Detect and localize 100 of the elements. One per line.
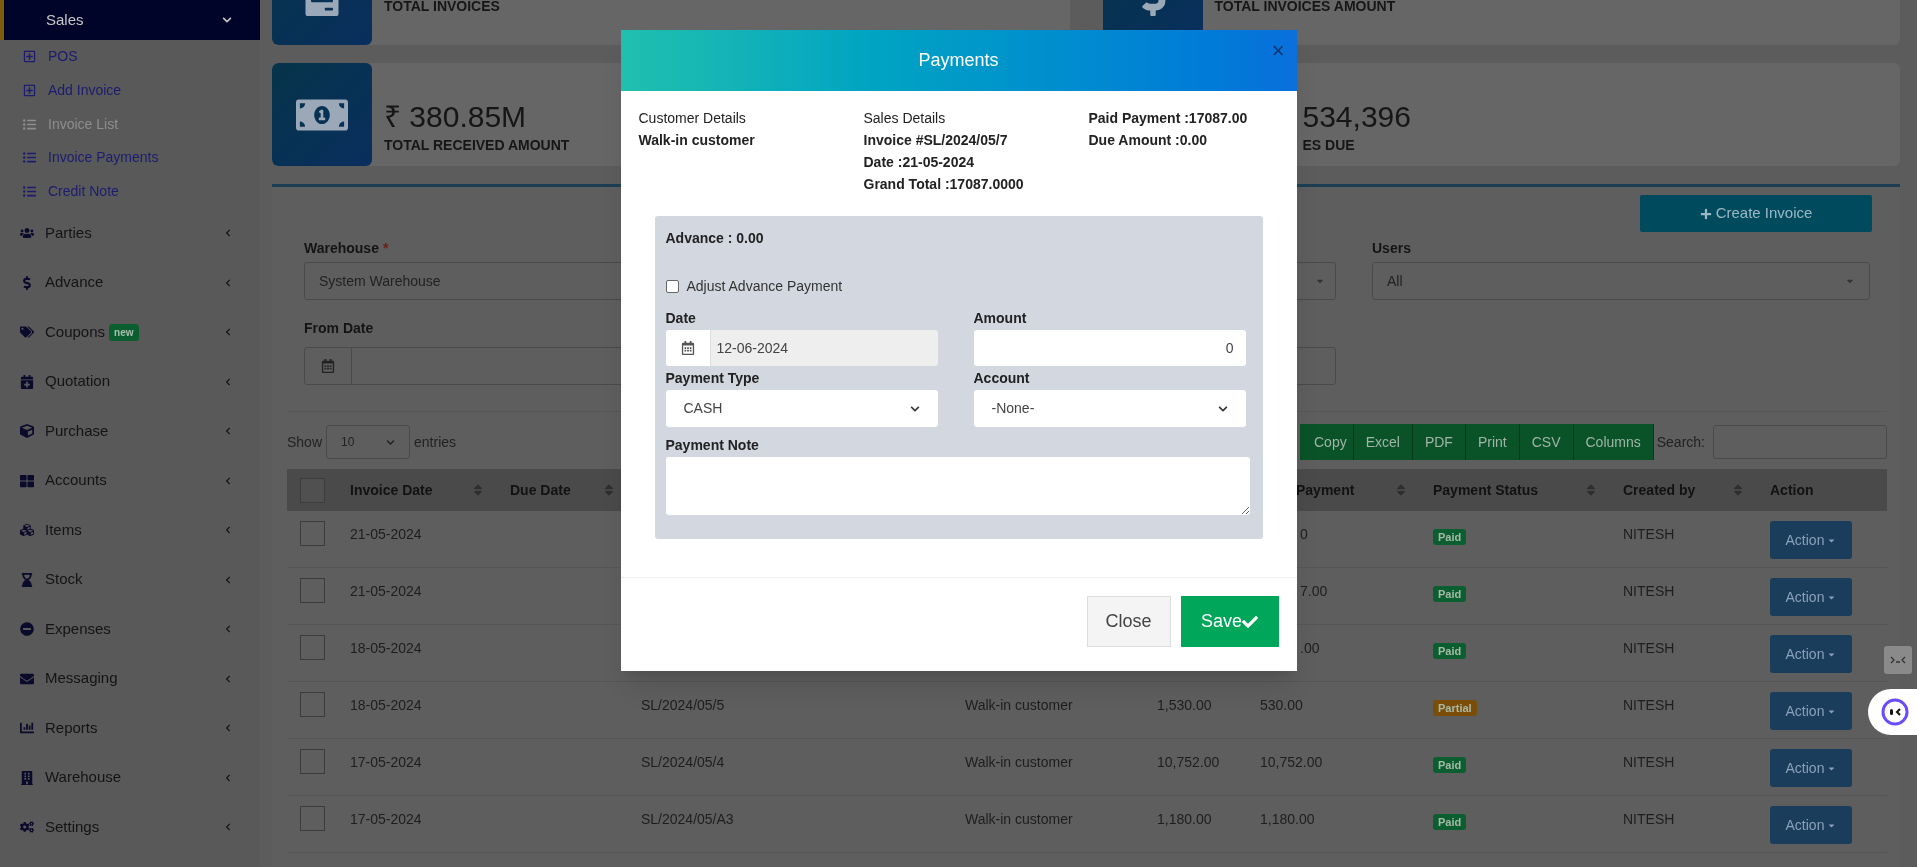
terminal-widget-icon[interactable] xyxy=(1884,646,1912,674)
payment-note-field[interactable] xyxy=(665,457,1250,515)
save-button[interactable]: Save xyxy=(1180,596,1279,647)
payment-detail: Due Amount :0.00 xyxy=(1088,131,1208,150)
subitem-label: Credit Note xyxy=(48,182,119,202)
sidebar-item[interactable]: Expenses xyxy=(0,604,260,654)
item-label: Parties xyxy=(45,222,92,243)
table-cell: 21-05-2024 xyxy=(350,526,422,542)
customer-heading: Customer Details xyxy=(638,109,747,128)
row-checkbox[interactable] xyxy=(300,749,325,774)
export-button[interactable]: Copy xyxy=(1300,424,1354,460)
adjust-checkbox[interactable] xyxy=(665,280,679,293)
table-cell: 10,752.00 xyxy=(1260,754,1323,770)
action-button[interactable]: Action xyxy=(1770,578,1852,616)
sidebar-subitem[interactable]: Invoice Payments xyxy=(0,141,260,175)
column-header[interactable]: Payment Status xyxy=(1420,479,1610,501)
export-button[interactable]: Print xyxy=(1465,424,1520,460)
sidebar-item[interactable]: Coupons new xyxy=(0,307,260,357)
sidebar-subitem[interactable]: POS xyxy=(0,40,260,74)
sidebar-item[interactable]: Purchase xyxy=(0,406,260,456)
amount-label: Amount xyxy=(973,309,1028,328)
status-badge: Paid xyxy=(1433,757,1467,773)
sidebar-item[interactable]: Messaging xyxy=(0,653,260,704)
column-header[interactable]: Created by xyxy=(1610,479,1757,501)
sidebar-item[interactable]: Parties xyxy=(0,208,260,258)
table-cell: 1,530.00 xyxy=(1157,697,1212,713)
cube-icon xyxy=(20,424,34,439)
sidebar-item[interactable]: Advance xyxy=(0,257,260,308)
column-label: Invoice Date xyxy=(350,480,433,500)
table-cell: 7.00 xyxy=(1300,583,1328,599)
export-button[interactable]: Excel xyxy=(1353,424,1413,460)
entries-select[interactable]: 10 xyxy=(326,425,411,459)
table-cell: NITESH xyxy=(1623,697,1675,713)
users-label: Users xyxy=(1372,239,1412,258)
sidebar-item[interactable]: Warehouse xyxy=(0,752,260,803)
action-button[interactable]: Action xyxy=(1770,692,1852,730)
sort-icon xyxy=(1395,483,1407,497)
table-cell: 10,752.00 xyxy=(1157,754,1220,770)
action-button[interactable]: Action xyxy=(1770,806,1852,844)
sidebar-item[interactable]: Settings xyxy=(0,802,260,852)
column-header[interactable]: Action xyxy=(1757,479,1887,501)
sidebar-item[interactable]: Items xyxy=(0,505,260,555)
stat-label: TOTAL RECEIVED AMOUNT xyxy=(384,136,570,155)
item-label: Accounts xyxy=(45,470,107,491)
envelope-icon xyxy=(20,671,34,686)
column-label: Payment xyxy=(1296,480,1355,500)
row-checkbox[interactable] xyxy=(300,806,325,831)
required-mark: * xyxy=(382,239,389,258)
account-value: -None- xyxy=(991,399,1035,418)
close-dialog-button[interactable]: Close xyxy=(1086,596,1171,647)
customer-name: Walk-in customer xyxy=(638,131,756,150)
calendar-plus-icon xyxy=(20,374,34,389)
search-label: Search: xyxy=(1656,432,1705,452)
stat-label: TOTAL INVOICES xyxy=(384,0,500,16)
sidebar-subitem[interactable]: Add Invoice xyxy=(0,73,260,108)
payment-type-select[interactable]: CASH xyxy=(665,390,938,427)
column-label: Due Date xyxy=(510,480,571,500)
column-header[interactable]: Payment xyxy=(1247,479,1420,501)
status-badge: Paid xyxy=(1433,586,1467,602)
action-button[interactable]: Action xyxy=(1770,521,1852,559)
sort-icon xyxy=(1732,483,1744,497)
export-button[interactable]: PDF xyxy=(1412,424,1466,460)
new-badge: new xyxy=(109,323,139,341)
payment-date-field[interactable]: 12-06-2024 xyxy=(665,330,938,366)
export-button[interactable]: CSV xyxy=(1519,424,1574,460)
create-invoice-button[interactable]: Create Invoice xyxy=(1640,195,1872,232)
column-header[interactable]: Due Date xyxy=(497,479,628,501)
sidebar-item[interactable]: Accounts xyxy=(0,455,260,506)
column-header[interactable]: Invoice Date xyxy=(337,479,497,501)
export-button[interactable]: Columns xyxy=(1573,424,1654,460)
row-checkbox[interactable] xyxy=(300,578,325,603)
table-cell: 18-05-2024 xyxy=(350,697,422,713)
amount-field[interactable]: 0 xyxy=(973,330,1246,366)
subitem-label: Invoice Payments xyxy=(48,148,159,168)
chat-bubble[interactable] xyxy=(1868,689,1917,735)
close-button[interactable]: × xyxy=(1271,40,1285,62)
users-select[interactable]: All xyxy=(1372,262,1870,300)
sidebar-section-header[interactable]: Sales xyxy=(0,0,260,40)
payment-type-value: CASH xyxy=(683,399,723,418)
account-select[interactable]: -None- xyxy=(973,390,1246,427)
action-button[interactable]: Action xyxy=(1770,749,1852,787)
section-label: Sales xyxy=(46,9,84,30)
row-checkbox[interactable] xyxy=(300,635,325,660)
action-button[interactable]: Action xyxy=(1770,635,1852,673)
sidebar-subitem[interactable]: Credit Note xyxy=(0,174,260,209)
row-checkbox[interactable] xyxy=(300,521,325,546)
table-cell: 18-05-2024 xyxy=(350,640,422,656)
sales-detail: Invoice #SL/2024/05/7 xyxy=(863,131,1009,150)
sidebar-item[interactable]: Quotation xyxy=(0,356,260,407)
row-checkbox[interactable] xyxy=(300,692,325,717)
subitem-label: Add Invoice xyxy=(48,81,122,101)
item-label: Messaging xyxy=(45,668,118,689)
sidebar-item[interactable]: Stock xyxy=(0,554,260,605)
chevron-down-icon xyxy=(1217,403,1228,414)
sidebar-item[interactable]: Reports xyxy=(0,703,260,753)
column-label: Payment Status xyxy=(1433,480,1539,500)
gears-icon xyxy=(20,820,34,835)
item-label: Settings xyxy=(45,816,100,837)
warehouse-label: Warehouse xyxy=(304,239,379,258)
stat-label: ES DUE xyxy=(1302,136,1356,155)
